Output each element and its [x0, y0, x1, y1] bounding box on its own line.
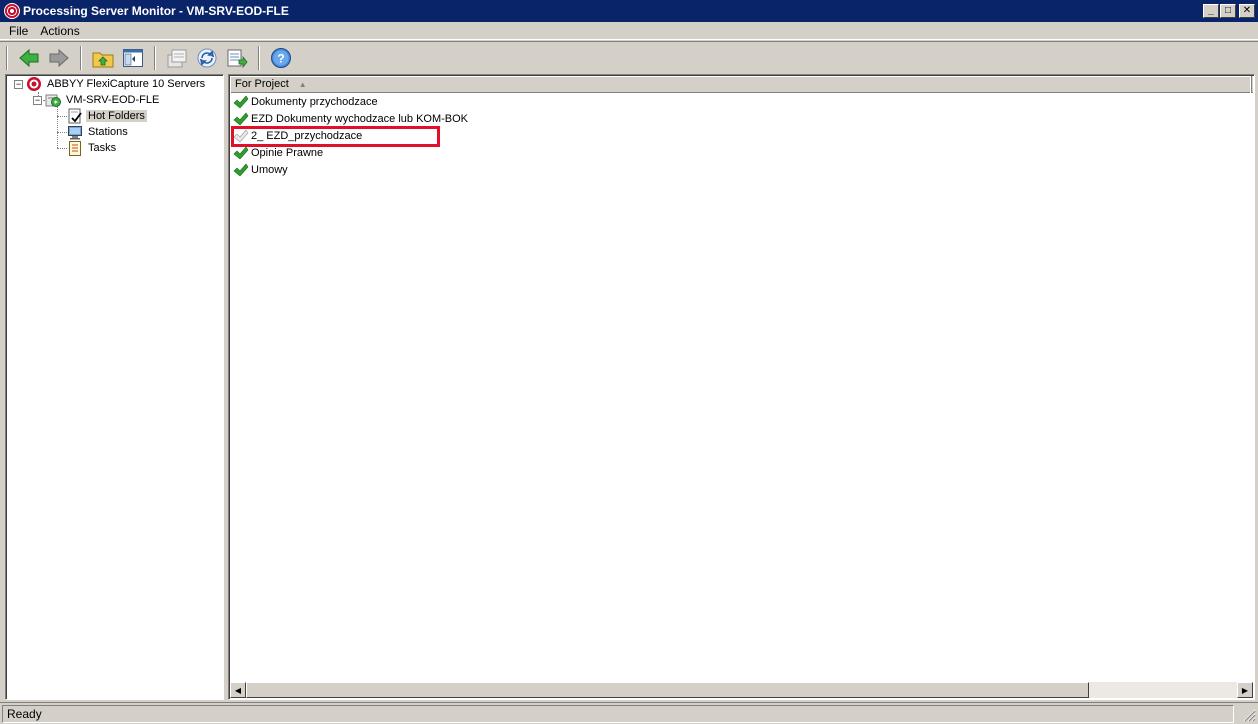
scrollbar-thumb[interactable] [246, 682, 1089, 698]
column-header-for-project[interactable]: For Project ▲ [230, 75, 1252, 93]
tasks-icon [69, 141, 81, 156]
checkmark-icon [233, 112, 249, 125]
toolbar-separator [154, 45, 156, 70]
sort-ascending-icon: ▲ [298, 79, 307, 89]
show-hide-tree-button[interactable] [121, 46, 145, 70]
list-item-label: Umowy [251, 163, 288, 176]
list-item-label: Dokumenty przychodzace [251, 95, 378, 108]
title-bar[interactable]: Processing Server Monitor - VM-SRV-EOD-F… [0, 0, 1258, 22]
export-button[interactable] [165, 46, 189, 70]
maximize-button[interactable]: □ [1220, 4, 1236, 18]
export-icon [167, 49, 187, 67]
list-item[interactable]: Opinie Prawne [233, 144, 323, 161]
status-text: Ready [2, 704, 1234, 723]
expander-button[interactable]: − [33, 95, 42, 105]
export-list-icon [227, 49, 248, 68]
svg-text:?: ? [277, 51, 284, 65]
list-item[interactable]: Dokumenty przychodzace [233, 93, 378, 110]
list-pane[interactable]: For Project ▲ Dokumenty przychodzace EZD… [228, 74, 1255, 700]
back-button[interactable] [17, 46, 41, 70]
menu-actions[interactable]: Actions [34, 24, 85, 38]
tree-connector [57, 116, 67, 117]
list-item-label: Opinie Prawne [251, 146, 324, 159]
tree-item-server[interactable]: − VM-SRV-EOD-FLE [33, 92, 161, 108]
window-title: Processing Server Monitor - VM-SRV-EOD-F… [23, 4, 289, 18]
list-header: For Project ▲ [230, 75, 1253, 93]
tree-label: ABBYY FlexiCapture 10 Servers [47, 78, 206, 90]
app-icon [4, 3, 20, 19]
checkmark-icon [233, 95, 249, 108]
tree-connector [57, 132, 67, 133]
list-item[interactable]: EZD Dokumenty wychodzace lub KOM-BOK [233, 110, 468, 127]
refresh-icon [197, 48, 217, 67]
stations-icon [68, 126, 82, 140]
tree-item-root[interactable]: − ABBYY FlexiCapture 10 Servers [14, 76, 207, 92]
forward-button[interactable] [47, 46, 71, 70]
refresh-button[interactable] [195, 46, 219, 70]
list-item-label: EZD Dokumenty wychodzace lub KOM-BOK [251, 112, 469, 125]
resize-grip-icon[interactable] [1242, 708, 1256, 722]
minimize-button[interactable]: _ [1203, 4, 1219, 18]
list-item[interactable]: 2_ EZD_przychodzace [231, 126, 440, 147]
help-button[interactable]: ? [269, 46, 293, 70]
tree-item-tasks[interactable]: Tasks [67, 140, 118, 156]
tree-label: VM-SRV-EOD-FLE [66, 94, 160, 106]
server-online-icon [45, 94, 61, 107]
export-list-button[interactable] [225, 46, 249, 70]
toolbar-separator [258, 45, 260, 70]
up-folder-icon [92, 52, 114, 67]
scrollbar-track[interactable] [246, 682, 1237, 698]
help-icon: ? [271, 47, 291, 68]
list-item[interactable]: Umowy [233, 161, 288, 178]
menu-bar: File Actions [0, 22, 1258, 40]
back-icon [19, 48, 39, 67]
abbyy-logo-icon [27, 77, 41, 91]
column-header-label: For Project [235, 78, 289, 90]
menu-file[interactable]: File [0, 24, 34, 38]
tree-label: Tasks [88, 142, 117, 154]
scroll-right-button[interactable]: ▶ [1237, 682, 1253, 698]
toolbar-separator [80, 45, 82, 70]
forward-icon [49, 48, 69, 67]
status-bar: Ready [0, 702, 1258, 724]
expander-button[interactable]: − [14, 79, 23, 89]
hot-folders-icon [68, 108, 82, 124]
close-button[interactable]: ✕ [1239, 4, 1255, 18]
tree-label: Hot Folders [86, 110, 147, 122]
tree-connector [57, 106, 58, 148]
tree-pane[interactable]: − ABBYY FlexiCapture 10 Servers − VM-SRV… [5, 74, 224, 700]
toolbar-separator [6, 45, 8, 70]
horizontal-scrollbar[interactable]: ◀ ▶ [230, 682, 1253, 698]
window-controls: _ □ ✕ [1203, 4, 1255, 18]
checkmark-icon [233, 163, 249, 176]
tree-connector [57, 148, 67, 149]
toolbar: ? [0, 41, 1258, 73]
tree-label: Stations [88, 126, 128, 138]
tree-item-hot-folders[interactable]: Hot Folders [67, 108, 147, 124]
scroll-left-button[interactable]: ◀ [230, 682, 246, 698]
show-hide-tree-icon [123, 48, 143, 67]
checkmark-icon [233, 146, 249, 159]
up-folder-button[interactable] [91, 46, 115, 70]
tree-item-stations[interactable]: Stations [67, 124, 130, 140]
